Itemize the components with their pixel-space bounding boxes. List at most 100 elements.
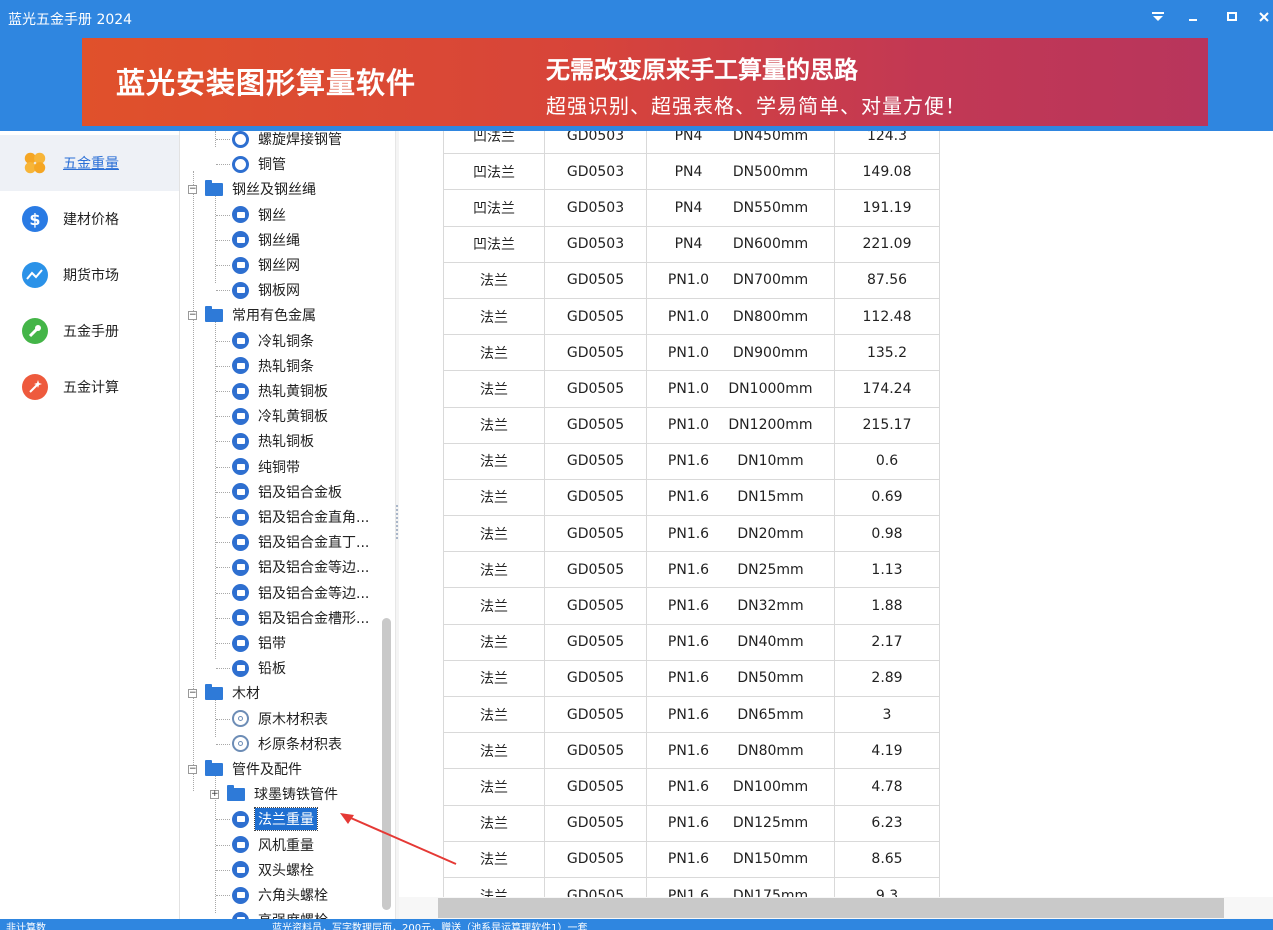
close-icon[interactable] xyxy=(1252,5,1273,29)
minimize-icon[interactable] xyxy=(1181,5,1205,29)
tree-item[interactable]: 纯铜带 xyxy=(232,455,303,479)
tree-item[interactable]: 热轧铜板 xyxy=(232,429,317,453)
tree-item[interactable]: 杉原条材积表 xyxy=(232,732,345,756)
tree-folder[interactable]: + 球墨铸铁管件 xyxy=(210,782,341,806)
cell-pressure: PN1.6 xyxy=(667,778,710,795)
tree-scrollbar-thumb[interactable] xyxy=(382,618,391,910)
tree-item[interactable]: 铝及铝合金直角... xyxy=(232,505,372,529)
horizontal-scrollbar-thumb[interactable] xyxy=(438,898,1224,918)
tree-item[interactable]: 热轧黄铜板 xyxy=(232,379,331,403)
cell-spec: PN1.0 DN900mm xyxy=(646,334,835,372)
table-row[interactable]: 法兰 GD0505 PN1.0 DN700mm 87.56 xyxy=(443,261,940,299)
table-row[interactable]: 法兰 GD0505 PN1.0 DN1200mm 215.17 xyxy=(443,406,940,444)
cell-pressure: PN1.6 xyxy=(667,706,710,723)
tree-item[interactable]: 冷轧黄铜板 xyxy=(232,404,331,428)
tree-item[interactable]: 铜管 xyxy=(232,152,289,176)
expand-toggle-icon[interactable]: + xyxy=(210,789,219,799)
tree-item[interactable]: 热轧铜条 xyxy=(232,354,317,378)
nav-item-hardware-manual[interactable]: 五金手册 xyxy=(0,303,179,359)
tree-guide xyxy=(215,319,216,659)
tree-item[interactable]: 钢板网 xyxy=(232,278,303,302)
folder-icon xyxy=(205,305,223,322)
table-row[interactable]: 法兰 GD0505 PN1.6 DN20mm 0.98 xyxy=(443,515,940,553)
table-row[interactable]: 法兰 GD0505 PN1.6 DN150mm 8.65 xyxy=(443,840,940,878)
item-icon xyxy=(232,357,249,375)
cell-pressure: PN4 xyxy=(674,236,703,253)
nav-item-material-price[interactable]: $ 建材价格 xyxy=(0,191,179,247)
tree-item[interactable]: 钢丝 xyxy=(232,203,289,227)
table-row[interactable]: 法兰 GD0505 PN1.6 DN80mm 4.19 xyxy=(443,732,940,770)
splitter-grip[interactable] xyxy=(396,505,398,539)
nav-item-futures-market[interactable]: 期货市场 xyxy=(0,247,179,303)
tree-item[interactable]: 高强度螺栓 xyxy=(232,908,331,919)
menu-dropdown-icon[interactable] xyxy=(1146,5,1170,29)
table-row[interactable]: 凹法兰 GD0503 PN4 DN550mm 191.19 xyxy=(443,189,940,227)
tree-item[interactable]: 铝带 xyxy=(232,631,289,655)
tree-item[interactable]: 铝及铝合金等边... xyxy=(232,581,372,605)
tree-item[interactable]: 铅板 xyxy=(232,656,289,680)
table-row[interactable]: 法兰 GD0505 PN1.6 DN15mm 0.69 xyxy=(443,478,940,517)
table-row[interactable]: 法兰 GD0505 PN1.0 DN1000mm 174.24 xyxy=(443,370,940,408)
tree-item[interactable]: 冷轧铜条 xyxy=(232,329,317,353)
tree-item[interactable]: 铝及铝合金板 xyxy=(232,480,345,504)
ad-banner[interactable]: 蓝光安装图形算量软件 无需改变原来手工算量的思路 超强识别、超强表格、学易简单、… xyxy=(82,38,1208,126)
data-grid-panel: 凹法兰 GD0503 PN4 DN450mm 124.3 凹法兰 GD0503 PN4 DN50… xyxy=(399,131,1273,919)
tree-item[interactable]: 原木材积表 xyxy=(232,707,331,731)
tree-item[interactable]: 铝及铝合金等边... xyxy=(232,555,372,579)
cell-pressure: PN1.0 xyxy=(667,308,710,325)
table-row[interactable]: 法兰 GD0505 PN1.6 DN100mm 4.78 xyxy=(443,768,940,806)
tree-item-selected[interactable]: 法兰重量 xyxy=(232,807,318,832)
table-row[interactable]: 凹法兰 GD0503 PN4 DN600mm 221.09 xyxy=(443,225,940,263)
tree-item-label: 双头螺栓 xyxy=(258,862,314,879)
tree-item[interactable]: 钢丝绳 xyxy=(232,228,303,252)
table-row[interactable]: 法兰 GD0505 PN1.6 DN32mm 1.88 xyxy=(443,587,940,625)
cell-pressure: PN1.6 xyxy=(667,670,710,687)
flange-weight-table: 凹法兰 GD0503 PN4 DN450mm 124.3 凹法兰 GD0503 PN4 DN50… xyxy=(443,131,940,915)
tree-folder[interactable]: − 常用有色金属 xyxy=(188,303,319,327)
cell-pressure: PN1.6 xyxy=(667,453,710,470)
cell-pressure: PN1.6 xyxy=(667,525,710,542)
tree-folder[interactable]: − 钢丝及钢丝绳 xyxy=(188,177,319,201)
table-row[interactable]: 法兰 GD0505 PN1.0 DN800mm 112.48 xyxy=(443,297,940,336)
tree-folder[interactable]: − 管件及配件 xyxy=(188,757,305,781)
table-row[interactable]: 法兰 GD0505 PN1.6 DN50mm 2.89 xyxy=(443,659,940,698)
collapse-toggle-icon[interactable]: − xyxy=(188,310,197,320)
nav-item-hardware-weight[interactable]: 五金重量 xyxy=(0,135,179,191)
tree-item[interactable]: 风机重量 xyxy=(232,833,317,857)
table-row[interactable]: 法兰 GD0505 PN1.6 DN25mm 1.13 xyxy=(443,551,940,589)
item-icon xyxy=(232,332,249,350)
tree-item[interactable]: 六角头螺栓 xyxy=(232,883,331,907)
table-row[interactable]: 法兰 GD0505 PN1.6 DN10mm 0.6 xyxy=(443,442,940,480)
collapse-toggle-icon[interactable]: − xyxy=(188,764,197,774)
tree-guide xyxy=(216,391,230,392)
tree-folder[interactable]: − 木材 xyxy=(188,681,263,705)
tree-item[interactable]: 铝及铝合金直丁... xyxy=(232,530,372,554)
tree-guide xyxy=(216,340,230,342)
table-row[interactable]: 法兰 GD0505 PN1.6 DN65mm 3 xyxy=(443,695,940,734)
sidebar-nav: 五金重量 $ 建材价格 期货市场 五金手册 五金计算 xyxy=(0,131,179,919)
cell-type: 凹法兰 xyxy=(443,225,545,263)
tree-item[interactable]: 螺旋焊接钢管 xyxy=(232,131,345,151)
cell-type: 法兰 xyxy=(443,478,545,517)
cell-spec: PN1.6 DN80mm xyxy=(646,732,835,770)
cell-diameter: DN32mm xyxy=(737,598,804,615)
cell-standard: GD0505 xyxy=(544,840,647,878)
cell-type: 法兰 xyxy=(443,587,545,625)
tree-item[interactable]: 钢丝网 xyxy=(232,253,303,277)
title-bar: 蓝光五金手册 2024 xyxy=(0,0,1273,38)
tree-item[interactable]: 铝及铝合金槽形... xyxy=(232,606,372,630)
cell-diameter: DN100mm xyxy=(732,778,809,795)
nav-item-hardware-calc[interactable]: 五金计算 xyxy=(0,359,179,415)
maximize-icon[interactable] xyxy=(1220,5,1244,29)
collapse-toggle-icon[interactable]: − xyxy=(188,184,197,194)
cell-weight: 174.24 xyxy=(834,370,940,408)
tree-item-label: 钢板网 xyxy=(258,283,300,300)
table-row[interactable]: 法兰 GD0505 PN1.6 DN40mm 2.17 xyxy=(443,623,940,661)
table-row[interactable]: 凹法兰 GD0503 PN4 DN500mm 149.08 xyxy=(443,153,940,191)
tree-guide xyxy=(216,718,230,720)
tree-item[interactable]: 双头螺栓 xyxy=(232,858,317,882)
collapse-toggle-icon[interactable]: − xyxy=(188,688,197,698)
table-row[interactable]: 凹法兰 GD0503 PN4 DN450mm 124.3 xyxy=(443,131,940,155)
table-row[interactable]: 法兰 GD0505 PN1.0 DN900mm 135.2 xyxy=(443,334,940,372)
table-row[interactable]: 法兰 GD0505 PN1.6 DN125mm 6.23 xyxy=(443,804,940,842)
